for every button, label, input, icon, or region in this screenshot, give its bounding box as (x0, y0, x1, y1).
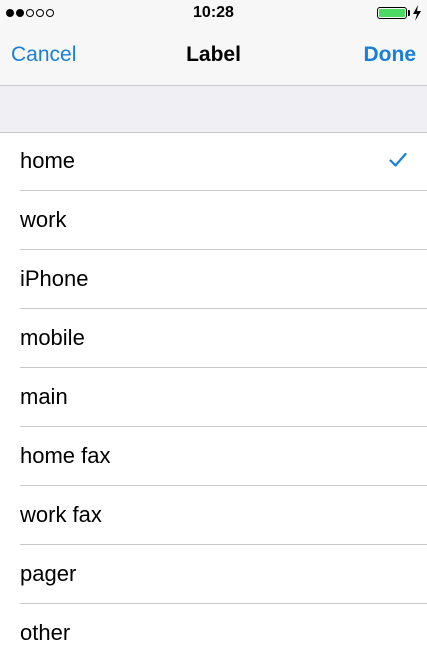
battery-level (379, 9, 405, 17)
list-item-label: work (20, 207, 67, 232)
list-item-label: main (20, 384, 68, 409)
list-item-label: pager (20, 561, 77, 586)
list-item-work-fax[interactable]: work fax (0, 486, 427, 545)
label-list: home work iPhone mobile main home fax wo… (0, 132, 427, 663)
list-item-home[interactable]: home (0, 132, 427, 191)
section-header-spacer (0, 86, 427, 133)
list-item-main[interactable]: main (0, 368, 427, 427)
navigation-bar: Cancel Label Done (0, 28, 427, 86)
list-item-mobile[interactable]: mobile (0, 309, 427, 368)
list-item-other[interactable]: other (0, 604, 427, 663)
list-item-label: home fax (20, 443, 111, 468)
status-bar: 10:28 (0, 0, 427, 28)
list-item-iphone[interactable]: iPhone (0, 250, 427, 309)
list-item-work[interactable]: work (0, 191, 427, 250)
battery-cap (408, 10, 410, 16)
checkmark-icon (389, 152, 407, 167)
list-item-label: home (20, 148, 76, 173)
status-time: 10:28 (193, 4, 234, 21)
list-item-label: other (20, 620, 71, 645)
lightning-bolt-icon (413, 5, 421, 21)
done-button[interactable]: Done (364, 43, 417, 67)
list-item-label: mobile (20, 325, 85, 350)
list-item-label: iPhone (20, 266, 89, 291)
list-item-pager[interactable]: pager (0, 545, 427, 604)
list-item-label: work fax (20, 502, 102, 527)
list-item-home-fax[interactable]: home fax (0, 427, 427, 486)
battery-icon (377, 7, 407, 19)
